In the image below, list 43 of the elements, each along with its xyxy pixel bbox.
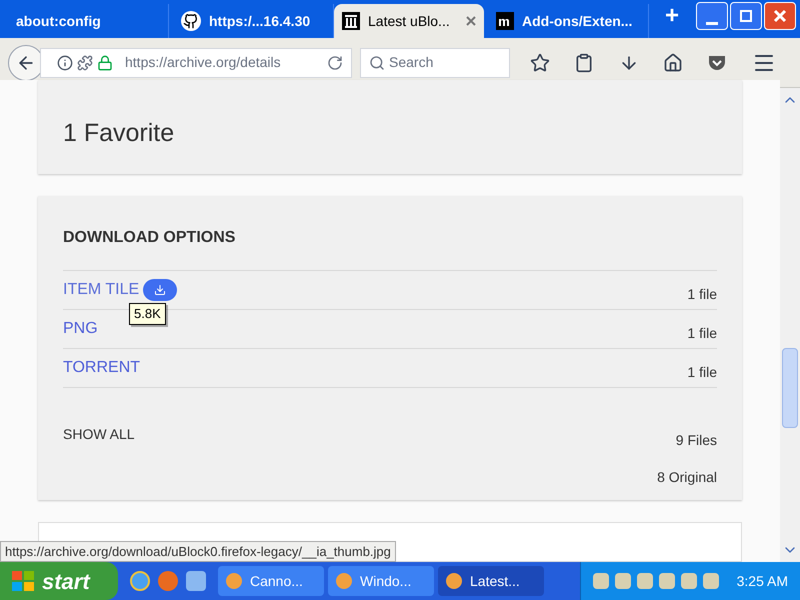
close-icon [773, 9, 787, 23]
scroll-thumb[interactable] [782, 348, 798, 428]
download-link[interactable]: TORRENT [63, 356, 140, 380]
minimize-button[interactable] [696, 2, 728, 30]
search-field[interactable]: Search [360, 48, 510, 78]
github-icon [181, 11, 201, 31]
taskbar-button[interactable]: Windo... [328, 566, 434, 596]
download-icon [154, 284, 166, 296]
file-count: 1 file [687, 324, 717, 343]
clock: 3:25 AM [736, 572, 788, 590]
original-count: 8 Original [657, 468, 717, 488]
start-button[interactable]: start [0, 562, 118, 600]
section-title: DOWNLOAD OPTIONS [63, 228, 236, 248]
file-count: 1 file [687, 362, 717, 382]
info-icon[interactable] [57, 54, 73, 70]
clipboard-icon[interactable] [574, 52, 594, 72]
restore-button[interactable] [730, 2, 762, 30]
taskbar-button[interactable]: Latest... [438, 566, 544, 596]
search-icon [369, 54, 385, 70]
url-field[interactable]: https://archive.org/details [40, 48, 352, 78]
columns-icon [342, 12, 360, 30]
reload-icon[interactable] [327, 54, 343, 70]
star-icon[interactable] [530, 52, 550, 72]
pocket-icon[interactable] [707, 54, 728, 72]
download-link[interactable]: PNG [63, 317, 98, 342]
letter-m-icon [496, 12, 514, 30]
flag-icon [12, 571, 34, 591]
show-all-link[interactable]: SHOW ALL [63, 424, 135, 488]
file-count: 1 file [687, 284, 717, 304]
download-button[interactable] [143, 279, 178, 302]
browser-tab[interactable]: Latest uBlo... [334, 4, 484, 38]
tooltip: 5.8K [129, 303, 166, 325]
taskbar-button[interactable]: Canno... [218, 566, 324, 596]
files-count: 9 Files [676, 431, 717, 450]
close-button[interactable] [764, 2, 796, 30]
new-tab-button[interactable]: + [665, 0, 680, 34]
home-icon[interactable] [663, 52, 684, 72]
lock-icon [97, 54, 113, 70]
close-icon[interactable] [466, 16, 476, 26]
favorites-count: 1 Favorite [63, 118, 174, 149]
status-url: https://archive.org/download/uBlock0.firefox-legacy/__ia_thumb.jpg [0, 540, 396, 562]
download-link[interactable]: ITEM TILE [63, 278, 140, 302]
puzzle-icon [77, 54, 93, 70]
